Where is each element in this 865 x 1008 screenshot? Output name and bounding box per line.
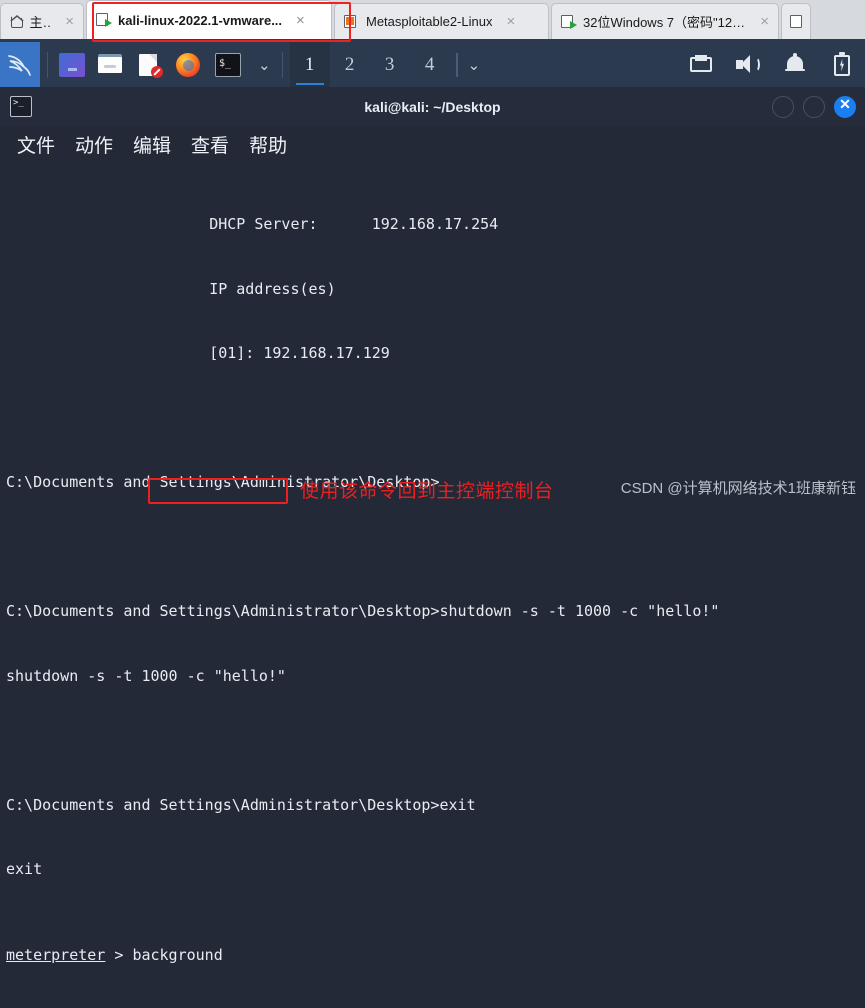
file-manager-icon[interactable] <box>96 52 124 78</box>
tab-partial[interactable] <box>781 3 811 39</box>
vm-running-icon <box>561 14 577 29</box>
terminal-titlebar[interactable]: kali@kali: ~/Desktop <box>0 87 865 126</box>
panel-separator <box>47 51 48 78</box>
panel-separator <box>455 52 458 77</box>
terminal-window: kali@kali: ~/Desktop 文件 动作 编辑 查看 帮助 DHCP… <box>0 87 865 964</box>
prompt-arrow: > <box>105 946 133 964</box>
tab-close-icon[interactable]: × <box>503 14 518 29</box>
menu-actions[interactable]: 动作 <box>75 131 113 158</box>
notification-bell-icon[interactable] <box>782 52 808 78</box>
app-launcher-icon[interactable] <box>59 52 85 77</box>
terminal-line: IP address(es) <box>209 279 336 298</box>
vm-running-icon <box>96 13 112 27</box>
terminal-screen[interactable]: DHCP Server: 192.168.17.254 IP address(e… <box>0 163 865 1008</box>
tab-close-icon[interactable]: × <box>293 13 308 28</box>
panel-separator <box>281 51 283 78</box>
tab-label: 主页 <box>29 15 52 30</box>
workspace-1[interactable]: 1 <box>289 42 330 87</box>
home-icon <box>10 14 24 29</box>
vm-suspended-icon <box>344 14 359 29</box>
launcher-area: $_ ⌄ <box>55 52 275 78</box>
terminal-line-meterpreter: meterpreter > background <box>6 945 865 967</box>
system-tray <box>688 51 865 78</box>
workspace-switcher: 1 2 3 4 ⌄ <box>289 42 485 87</box>
red-annotation-text: 使用该命令回到主控端控制台 <box>300 481 554 502</box>
meterpreter-prompt: meterpreter <box>6 946 106 964</box>
tab-label: 32位Windows 7（密码"1234... <box>583 15 747 30</box>
tab-close-icon[interactable]: × <box>62 14 77 29</box>
tab-label: kali-linux-2022.1-vmware... <box>118 12 283 28</box>
kali-dragon-icon[interactable] <box>0 42 40 87</box>
close-button[interactable] <box>834 95 856 118</box>
menu-edit[interactable]: 编辑 <box>133 131 171 158</box>
tab-label: Metasploitable2-Linux <box>366 14 493 29</box>
tab-close-icon[interactable]: × <box>757 14 772 29</box>
network-icon[interactable] <box>688 52 714 78</box>
terminal-line: DHCP Server: 192.168.17.254 <box>209 215 499 233</box>
tab-kali-linux[interactable]: kali-linux-2022.1-vmware... × <box>86 0 332 39</box>
vmware-tab-strip: 主页 × kali-linux-2022.1-vmware... × Metas… <box>0 0 865 42</box>
terminal-menubar: 文件 动作 编辑 查看 帮助 <box>0 126 865 163</box>
menu-help[interactable]: 帮助 <box>249 131 287 158</box>
terminal-icon[interactable]: $_ <box>213 52 243 78</box>
csdn-watermark: CSDN @计算机网络技术1班康新钰 <box>620 480 856 497</box>
chevron-down-icon[interactable]: ⌄ <box>464 56 485 74</box>
workspace-3[interactable]: 3 <box>370 42 410 87</box>
terminal-line: C:\Documents and Settings\Administrator\… <box>6 602 720 620</box>
menu-view[interactable]: 查看 <box>191 131 229 158</box>
workspace-2[interactable]: 2 <box>330 42 370 87</box>
firefox-icon[interactable] <box>174 52 202 78</box>
kali-taskbar: $_ ⌄ 1 2 3 4 ⌄ <box>0 42 865 87</box>
tab-home[interactable]: 主页 × <box>0 3 84 39</box>
workspace-4[interactable]: 4 <box>410 42 450 87</box>
terminal-line: C:\Documents and Settings\Administrator\… <box>6 795 476 814</box>
background-command-highlight-annotation <box>148 478 288 504</box>
tab-windows7[interactable]: 32位Windows 7（密码"1234... × <box>551 3 779 39</box>
terminal-line: [01]: 192.168.17.129 <box>209 344 390 362</box>
volume-icon[interactable] <box>735 52 761 78</box>
chevron-down-icon[interactable]: ⌄ <box>254 56 275 74</box>
battery-icon[interactable] <box>829 51 855 78</box>
terminal-title: kali@kali: ~/Desktop <box>364 98 501 115</box>
terminal-line: exit <box>6 860 43 878</box>
terminal-line: shutdown -s -t 1000 -c "hello!" <box>6 666 286 685</box>
background-command: background <box>132 946 223 964</box>
text-editor-icon[interactable] <box>135 52 163 78</box>
menu-file[interactable]: 文件 <box>17 131 55 158</box>
vm-icon <box>790 14 805 29</box>
tab-metasploitable2[interactable]: Metasploitable2-Linux × <box>334 3 549 39</box>
